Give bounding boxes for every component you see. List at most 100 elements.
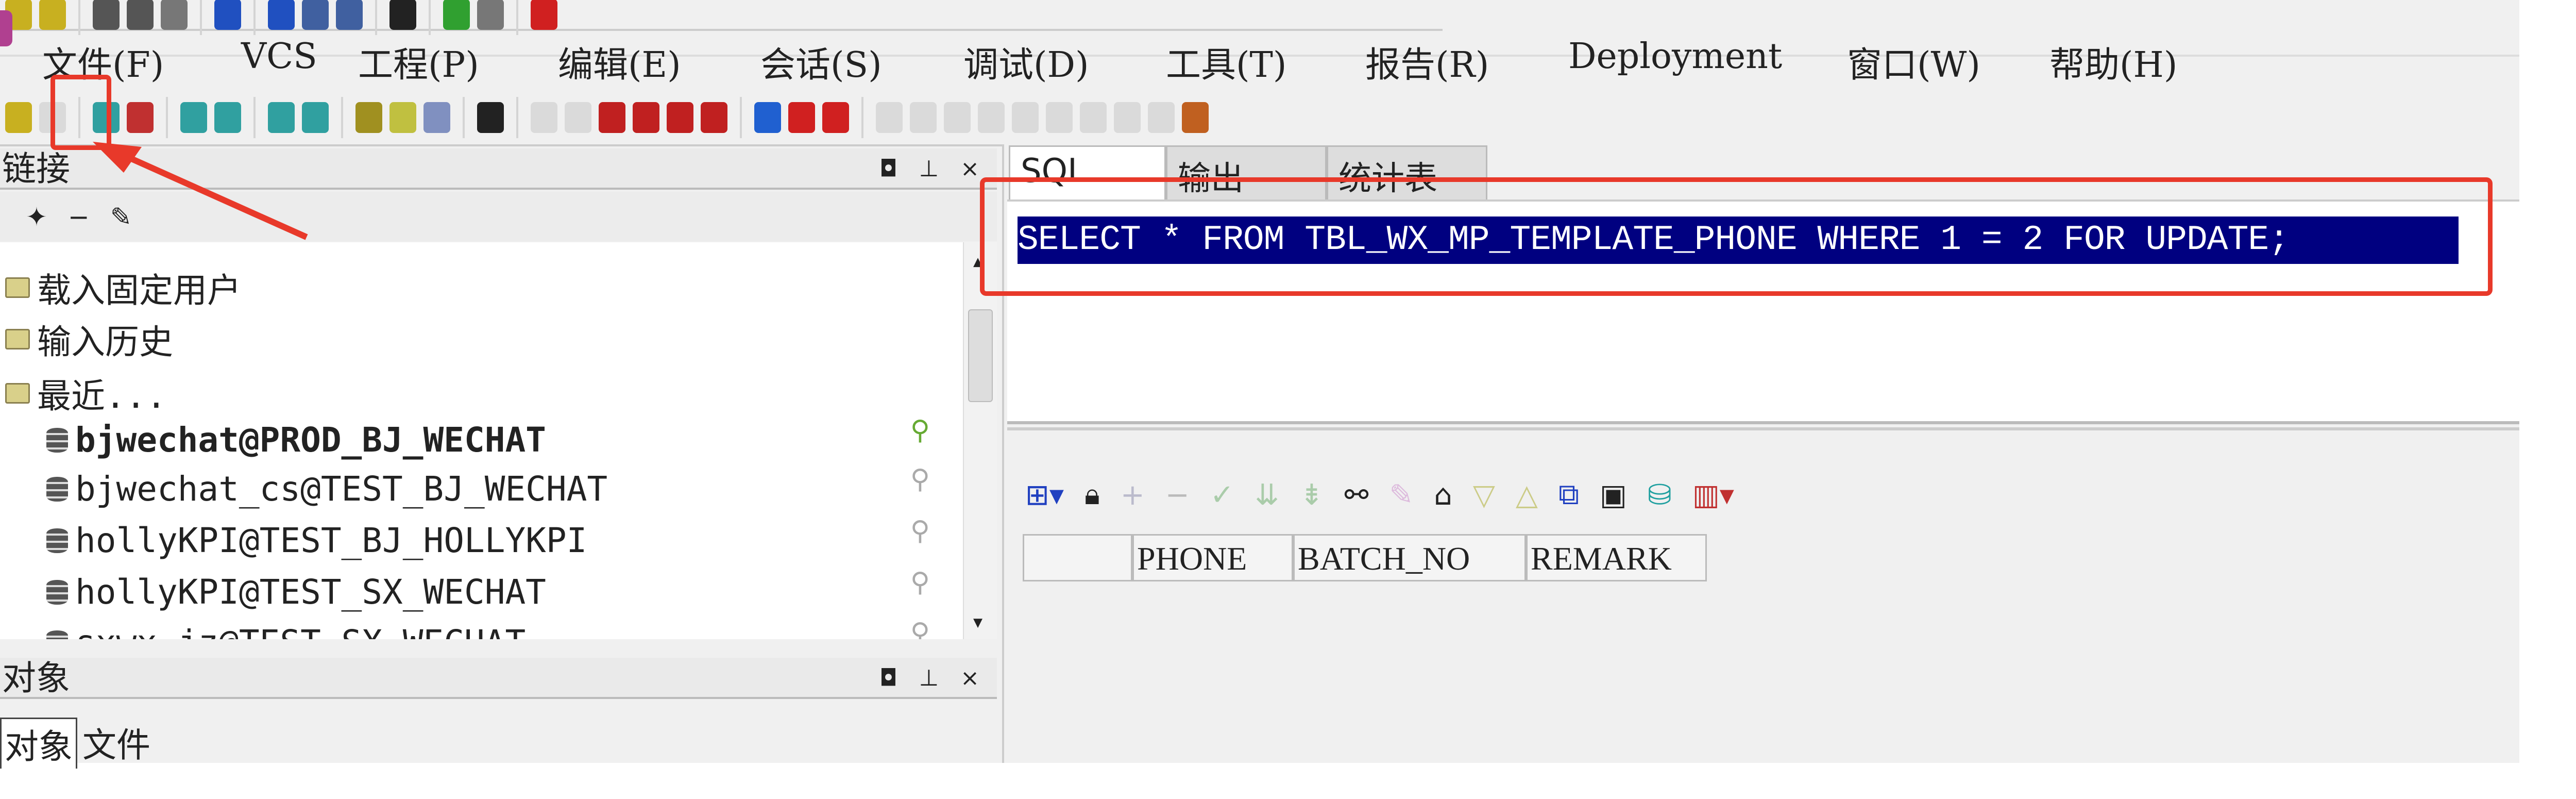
- magnifier-icon[interactable]: ⚲: [910, 618, 930, 639]
- vertical-scrollbar[interactable]: ▲ ▼: [963, 242, 997, 639]
- tree-item[interactable]: bjwechat_cs@TEST_BJ_WECHAT: [46, 469, 607, 509]
- tree-item[interactable]: 输入历史: [5, 314, 173, 364]
- red-gem-2-icon[interactable]: [633, 102, 659, 133]
- tree-item-label: hollyKPI@TEST_SX_WECHAT: [75, 572, 546, 612]
- menu-window[interactable]: 窗口(W): [1847, 36, 1980, 87]
- binoculars-icon[interactable]: ⚯: [1344, 478, 1368, 512]
- column-header-phone[interactable]: PHONE: [1132, 534, 1293, 581]
- database-icon: [46, 630, 68, 639]
- debug-icon[interactable]: [876, 102, 903, 133]
- debug-4-icon[interactable]: [978, 102, 1005, 133]
- magnifier-icon[interactable]: ⚲: [910, 515, 930, 546]
- checklist-icon[interactable]: [389, 102, 416, 133]
- tree-item-label: bjwechat@PROD_BJ_WECHAT: [75, 420, 546, 460]
- export-db-icon[interactable]: ⛁: [1648, 478, 1672, 512]
- panel-controls[interactable]: ◘ ⊥ ×: [879, 658, 987, 699]
- grid-view-icon[interactable]: ⊞▾: [1025, 478, 1064, 512]
- toolbar-separator: [861, 97, 863, 138]
- debug-6-icon[interactable]: [1046, 102, 1073, 133]
- tree-item[interactable]: sxwx_jz@TEST_SX_WECHAT: [46, 623, 526, 639]
- database-icon: [46, 579, 68, 605]
- query-by-example-icon[interactable]: ⌂: [1434, 478, 1452, 512]
- menu-deployment[interactable]: Deployment: [1568, 36, 1782, 77]
- menu-edit[interactable]: 编辑(E): [558, 36, 681, 87]
- toolbar-separator: [516, 0, 518, 35]
- column-header-remark[interactable]: REMARK: [1526, 534, 1707, 581]
- debug-2-icon[interactable]: [910, 102, 937, 133]
- help-icon[interactable]: [531, 0, 557, 30]
- column-header-batch-no[interactable]: BATCH_NO: [1293, 534, 1526, 581]
- tree-item[interactable]: hollyKPI@TEST_SX_WECHAT: [46, 572, 546, 612]
- menu-project[interactable]: 工程(P): [358, 36, 479, 87]
- debug-7-icon[interactable]: [1080, 102, 1107, 133]
- toolbar-separator: [429, 0, 431, 35]
- tree-item[interactable]: bjwechat@PROD_BJ_WECHAT: [46, 420, 546, 460]
- tab-objects[interactable]: 对象: [0, 718, 77, 769]
- scroll-thumb[interactable]: [968, 309, 993, 402]
- arrow-left-red-icon[interactable]: [822, 102, 849, 133]
- toolbar-separator: [516, 97, 518, 138]
- clear-icon[interactable]: [565, 102, 591, 133]
- lock-icon[interactable]: [1182, 102, 1209, 133]
- clear-icon[interactable]: ✎: [1389, 478, 1413, 512]
- find-icon[interactable]: [389, 0, 416, 30]
- splitter[interactable]: [1007, 421, 2519, 430]
- tree-item[interactable]: 载入固定用户: [5, 263, 241, 312]
- menu-help[interactable]: 帮助(H): [2049, 36, 2177, 87]
- annotation-arrow: [93, 142, 308, 240]
- database-icon: [46, 427, 68, 453]
- toolbar-separator: [463, 97, 465, 138]
- post-icon[interactable]: ✓: [1210, 478, 1234, 512]
- tab-files[interactable]: 文件: [77, 718, 156, 769]
- fetch-last-icon[interactable]: ⇟: [1300, 478, 1324, 512]
- save-icon[interactable]: ▣: [1600, 478, 1627, 512]
- add-row-icon[interactable]: +: [1121, 478, 1145, 512]
- debug-5-icon[interactable]: [1012, 102, 1039, 133]
- sort-desc-icon[interactable]: ▽: [1473, 478, 1495, 512]
- database-icon: [46, 528, 68, 553]
- tree-item[interactable]: 最近...: [5, 369, 166, 418]
- wrench-icon[interactable]: [477, 102, 504, 133]
- debug-9-icon[interactable]: [1148, 102, 1175, 133]
- lock-icon[interactable]: 🔒︎: [1084, 478, 1100, 512]
- panel-controls[interactable]: ◘ ⊥ ×: [879, 148, 987, 190]
- magnifier-icon[interactable]: ⚲: [910, 567, 930, 598]
- tree-item-label: 载入固定用户: [37, 271, 241, 310]
- menu-tools[interactable]: 工具(T): [1166, 36, 1286, 87]
- toolbar-separator: [740, 97, 742, 138]
- red-gem-icon[interactable]: [599, 102, 625, 133]
- red-gem-3-icon[interactable]: [667, 102, 693, 133]
- results-toolbar: ⊞▾ 🔒︎ + − ✓ ⇊ ⇟ ⚯ ✎ ⌂ ▽ △ ⧉ ▣ ⛁ ▥▾: [1025, 464, 1734, 526]
- sort-asc-icon[interactable]: △: [1516, 478, 1538, 512]
- magnifier-icon[interactable]: ⚲: [910, 464, 930, 495]
- menu-session[interactable]: 会话(S): [760, 36, 882, 87]
- annotation-box-sql: [980, 177, 2493, 296]
- tree-item-label: bjwechat_cs@TEST_BJ_WECHAT: [75, 469, 608, 509]
- arrow-right-blue-icon[interactable]: [754, 102, 781, 133]
- tree-item[interactable]: hollyKPI@TEST_BJ_HOLLYKPI: [46, 521, 587, 560]
- plsql-developer-window: 文件(F) VCS 工程(P) 编辑(E) 会话(S) 调试(D) 工具(T) …: [0, 0, 2519, 769]
- tree-item-label: hollyKPI@TEST_BJ_HOLLYKPI: [75, 521, 587, 560]
- report-icon[interactable]: [423, 102, 450, 133]
- menu-debug[interactable]: 调试(D): [963, 36, 1089, 87]
- folder-icon: [5, 329, 30, 349]
- bookmark-icon[interactable]: [531, 102, 557, 133]
- tree-item-label: sxwx_jz@TEST_SX_WECHAT: [75, 623, 526, 639]
- link-icon[interactable]: ⧉: [1558, 478, 1579, 512]
- connections-tree: ▲ ▼ 载入固定用户输入历史最近... bjwechat@PROD_BJ_WECH…: [0, 242, 997, 639]
- database-icon: [46, 476, 68, 502]
- run-icon[interactable]: [443, 0, 470, 30]
- delete-row-icon[interactable]: −: [1165, 478, 1190, 512]
- debug-8-icon[interactable]: [1114, 102, 1141, 133]
- connected-icon[interactable]: ⚲: [910, 415, 930, 446]
- tree-item-label: 最近...: [37, 376, 167, 416]
- arrow-right-red-icon[interactable]: [788, 102, 815, 133]
- commit-icon[interactable]: [477, 0, 504, 30]
- fetch-next-icon[interactable]: ⇊: [1255, 478, 1279, 512]
- chart-icon[interactable]: ▥▾: [1692, 478, 1734, 512]
- debug-3-icon[interactable]: [944, 102, 971, 133]
- red-gem-4-icon[interactable]: [701, 102, 727, 133]
- scroll-down-icon[interactable]: ▼: [973, 613, 982, 631]
- objects-tabs: 对象 文件: [0, 718, 156, 769]
- menu-reports[interactable]: 报告(R): [1365, 36, 1489, 87]
